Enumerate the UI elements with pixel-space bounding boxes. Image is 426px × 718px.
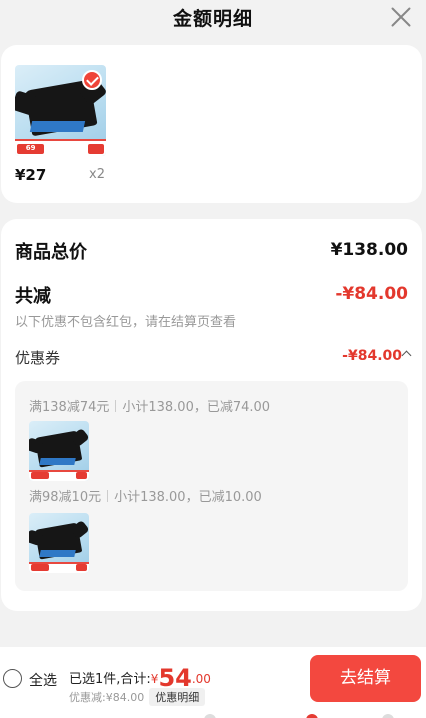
total-label: 商品总价	[15, 242, 87, 263]
coupon-rule: 满138减74元	[29, 400, 110, 415]
select-all-radio[interactable]	[3, 669, 22, 688]
bottom-bar: 全选 已选1件,合计:¥54.00 优惠减:¥84.00 优惠明细 去结算	[0, 647, 426, 718]
thumb-price-tag: 69	[17, 144, 45, 154]
product-card: 69 ¥27 x2	[1, 45, 422, 203]
checkout-button[interactable]: 去结算	[310, 655, 421, 702]
close-icon[interactable]	[390, 6, 412, 28]
discount-line: 优惠减:¥84.00 优惠明细	[69, 688, 206, 706]
select-all-label[interactable]: 全选	[29, 670, 57, 690]
coupon-rule: 满98减10元	[29, 490, 102, 505]
coupon-detail: 小计138.00，已减74.00	[122, 400, 271, 415]
discount-text: 优惠减:¥84.00	[69, 691, 145, 704]
coupon-detail: 小计138.00，已减10.00	[114, 490, 262, 505]
page-title: 金额明细	[172, 8, 253, 30]
unit-price: ¥27	[15, 166, 47, 184]
coupon-detail-box: 满138减74元 小计138.00，已减74.00 满98减10元 小计138.00…	[15, 381, 408, 591]
quantity: x2	[89, 167, 105, 182]
chevron-up-icon[interactable]	[401, 350, 412, 361]
coupon-product-thumbnail	[29, 421, 89, 481]
total-value: ¥138.00	[330, 240, 408, 260]
selected-count-text: 已选1件,合计:	[69, 672, 151, 687]
divider	[115, 400, 117, 412]
discount-detail-link[interactable]: 优惠明细	[149, 688, 206, 706]
coupon-label: 优惠券	[15, 349, 61, 367]
coupon-product-thumbnail	[29, 513, 89, 573]
amount-detail-card: 商品总价 ¥138.00 共减 -¥84.00 以下优惠不包含红包，请在结算页查…	[1, 219, 422, 611]
coupon-line: 满138减74元 小计138.00，已减74.00	[29, 396, 270, 415]
reduce-label: 共减	[15, 286, 51, 307]
total-amount: ¥54.00	[150, 664, 211, 692]
product-thumbnail[interactable]: 69	[15, 65, 106, 156]
header: 金额明细	[0, 0, 426, 36]
discount-note: 以下优惠不包含红包，请在结算页查看	[15, 315, 237, 330]
divider	[107, 490, 109, 502]
coupon-line: 满98减10元 小计138.00，已减10.00	[29, 486, 262, 505]
reduce-value: -¥84.00	[335, 284, 408, 304]
selected-check-icon[interactable]	[82, 70, 102, 90]
bottom-edge	[0, 711, 426, 718]
coupon-value[interactable]: -¥84.00	[342, 348, 402, 364]
